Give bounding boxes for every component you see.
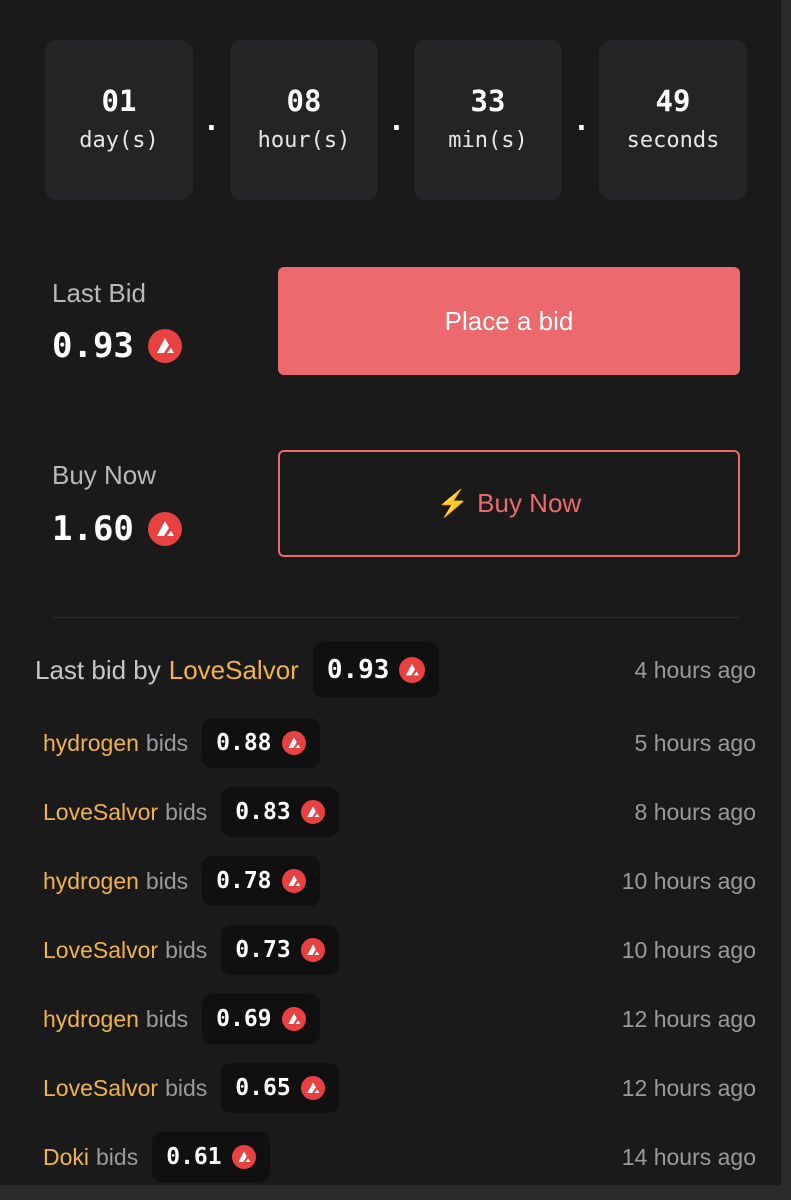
countdown-separator: . (388, 104, 405, 137)
bid-amount: 0.69 (216, 1006, 272, 1032)
avalanche-icon (231, 1145, 256, 1169)
bidder-link[interactable]: LoveSalvor (43, 799, 158, 826)
bid-verb: bids (96, 1143, 139, 1170)
divider (52, 617, 740, 618)
bid-amount: 0.65 (235, 1075, 291, 1101)
buy-now-label: Buy Now (52, 460, 157, 490)
countdown-days-value: 01 (101, 84, 137, 118)
bid-row: LoveSalvor bids 0.83 8 hours ago (0, 785, 781, 839)
buy-now-button-label: Buy Now (477, 488, 582, 518)
bid-verb: bids (165, 936, 208, 963)
bid-time: 14 hours ago (621, 1143, 756, 1170)
bid-time: 4 hours ago (634, 656, 756, 683)
countdown-days-unit: day(s) (79, 128, 159, 153)
bid-amount-pill: 0.65 (221, 1063, 339, 1113)
countdown-hours: 08 hour(s) (230, 40, 378, 200)
bidder-link[interactable]: hydrogen (43, 730, 139, 757)
countdown-seconds-value: 49 (655, 84, 691, 118)
bid-time: 12 hours ago (621, 1074, 756, 1101)
last-bid-label: Last Bid (52, 278, 146, 308)
bid-time: 12 hours ago (621, 1005, 756, 1032)
avalanche-icon (281, 731, 306, 755)
bid-verb: bids (165, 798, 208, 825)
avalanche-icon (300, 800, 325, 824)
bid-row: hydrogen bids 0.78 10 hours ago (0, 854, 781, 908)
bid-amount-pill: 0.78 (202, 856, 320, 906)
bidder-link[interactable]: Doki (43, 1144, 89, 1171)
bid-amount-pill: 0.88 (202, 718, 320, 768)
countdown-minutes: 33 min(s) (414, 40, 562, 200)
countdown-separator: . (203, 104, 220, 137)
countdown-separator: . (573, 104, 590, 137)
bid-amount-pill: 0.69 (202, 994, 320, 1044)
bid-amount: 0.88 (216, 730, 272, 756)
bid-amount-pill: 0.61 (152, 1132, 270, 1182)
avalanche-icon (300, 938, 325, 962)
last-bid-summary: Last bid by LoveSalvor 0.93 4 hours ago (0, 642, 781, 698)
bid-row: Doki bids 0.61 14 hours ago (0, 1130, 781, 1184)
bid-verb: bids (145, 867, 189, 894)
bidder-link[interactable]: LoveSalvor (43, 1075, 158, 1102)
bid-row: hydrogen bids 0.88 5 hours ago (0, 716, 781, 770)
bidder-link[interactable]: hydrogen (43, 1006, 139, 1033)
countdown-seconds: 49 seconds (599, 40, 747, 200)
countdown-hours-unit: hour(s) (257, 128, 351, 153)
bid-row: LoveSalvor bids 0.73 10 hours ago (0, 923, 781, 977)
window-edge (781, 0, 791, 1200)
avalanche-icon (281, 869, 306, 893)
bidder-link[interactable]: LoveSalvor (43, 937, 158, 964)
bid-time: 10 hours ago (621, 867, 756, 894)
bid-amount-pill: 0.93 (312, 642, 440, 698)
avalanche-icon (300, 1076, 325, 1100)
bid-time: 10 hours ago (621, 936, 756, 963)
last-bid-amount: 0.93 (52, 326, 134, 366)
avalanche-icon (399, 657, 426, 683)
bid-amount: 0.83 (235, 799, 291, 825)
buy-now-amount: 1.60 (52, 509, 134, 549)
avalanche-icon (147, 512, 182, 546)
bid-amount: 0.61 (166, 1144, 222, 1170)
last-bid-value: 0.93 (52, 326, 182, 366)
place-bid-button[interactable]: Place a bid (278, 267, 740, 375)
bid-amount-pill: 0.83 (221, 787, 339, 837)
bid-time: 8 hours ago (634, 798, 756, 825)
avalanche-icon (147, 329, 182, 363)
countdown-minutes-value: 33 (470, 84, 506, 118)
bid-verb: bids (145, 729, 189, 756)
bid-verb: bids (165, 1074, 208, 1101)
countdown-seconds-unit: seconds (626, 128, 720, 153)
bid-amount: 0.93 (326, 655, 390, 685)
summary-prefix: Last bid by (35, 654, 161, 685)
bid-amount-pill: 0.73 (221, 925, 339, 975)
buy-now-button[interactable]: ⚡ Buy Now (278, 450, 740, 557)
bid-time: 5 hours ago (634, 729, 756, 756)
bid-verb: bids (145, 1005, 189, 1032)
countdown-hours-value: 08 (286, 84, 322, 118)
bidder-link[interactable]: hydrogen (43, 868, 139, 895)
bid-amount: 0.73 (235, 937, 291, 963)
auction-panel: 01 day(s) . 08 hour(s) . 33 min(s) . 49 … (0, 0, 781, 1185)
bid-row: hydrogen bids 0.69 12 hours ago (0, 992, 781, 1046)
lightning-icon: ⚡ (436, 488, 470, 518)
avalanche-icon (281, 1007, 306, 1031)
bid-row: LoveSalvor bids 0.65 12 hours ago (0, 1061, 781, 1115)
countdown-minutes-unit: min(s) (448, 128, 528, 153)
bidder-link[interactable]: LoveSalvor (169, 655, 299, 686)
buy-now-value: 1.60 (52, 509, 182, 549)
bid-amount: 0.78 (216, 868, 272, 894)
window-edge (0, 1185, 791, 1200)
countdown-days: 01 day(s) (45, 40, 193, 200)
